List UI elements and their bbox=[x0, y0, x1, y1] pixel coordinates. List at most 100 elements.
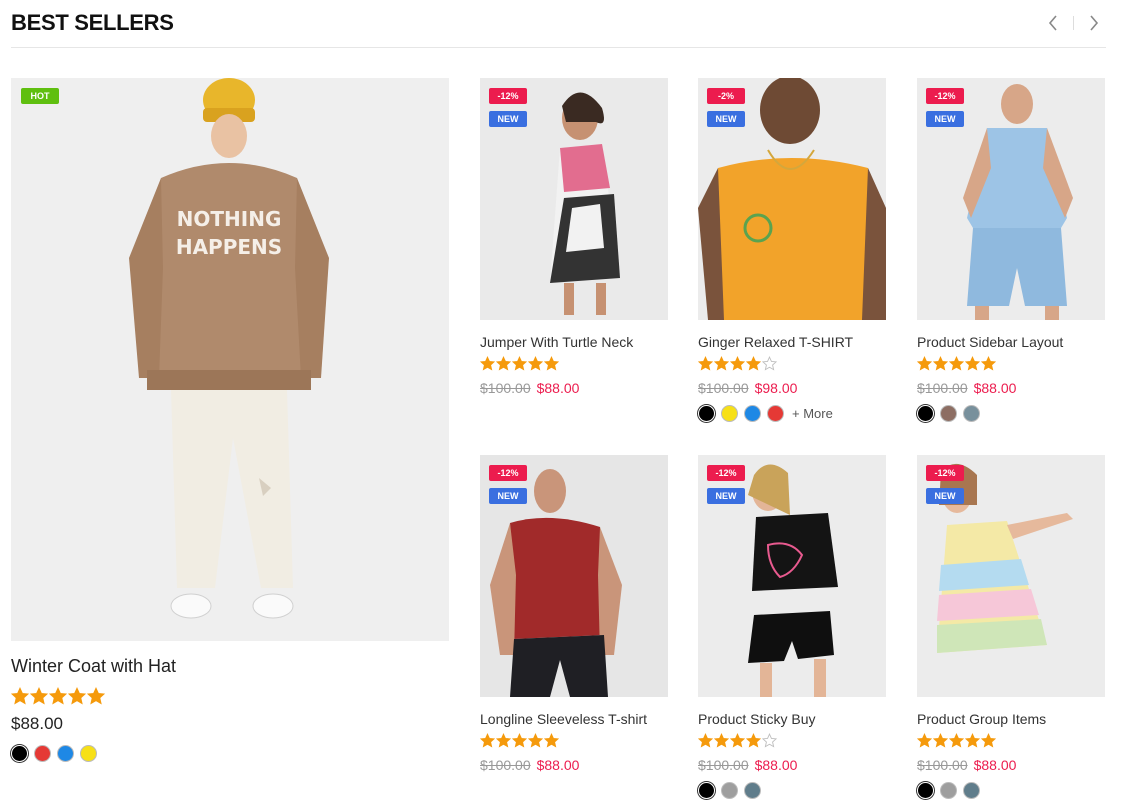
featured-price: $88.00 bbox=[11, 714, 63, 733]
discount-badge: -12% bbox=[926, 465, 964, 481]
star-filled-icon bbox=[981, 356, 996, 371]
product-swatches bbox=[917, 782, 980, 799]
color-swatch[interactable] bbox=[963, 405, 980, 422]
product-name[interactable]: Product Sidebar Layout bbox=[917, 334, 1063, 350]
product-image[interactable]: -12% NEW bbox=[480, 455, 668, 697]
star-filled-icon bbox=[917, 733, 932, 748]
star-filled-icon bbox=[965, 733, 980, 748]
old-price: $100.00 bbox=[480, 757, 531, 773]
star-filled-icon bbox=[746, 733, 761, 748]
star-filled-icon bbox=[480, 733, 495, 748]
discount-badge: -12% bbox=[926, 88, 964, 104]
product-rating bbox=[480, 733, 559, 748]
star-filled-icon bbox=[512, 356, 527, 371]
product-image[interactable]: -12% NEW bbox=[917, 78, 1105, 320]
new-badge: NEW bbox=[926, 111, 964, 127]
featured-rating bbox=[11, 687, 105, 705]
color-swatch[interactable] bbox=[940, 405, 957, 422]
star-filled-icon bbox=[30, 687, 48, 705]
color-swatch[interactable] bbox=[57, 745, 74, 762]
product-name[interactable]: Jumper With Turtle Neck bbox=[480, 334, 633, 350]
carousel-next-button[interactable] bbox=[1082, 12, 1106, 34]
star-filled-icon bbox=[965, 356, 980, 371]
discount-badge: -12% bbox=[489, 88, 527, 104]
star-filled-icon bbox=[528, 733, 543, 748]
featured-product-image[interactable]: NOTHING HAPPENS HOT bbox=[11, 78, 449, 641]
color-swatch[interactable] bbox=[744, 782, 761, 799]
new-badge: NEW bbox=[489, 488, 527, 504]
star-filled-icon bbox=[480, 356, 495, 371]
color-swatch[interactable] bbox=[940, 782, 957, 799]
product-rating bbox=[917, 733, 996, 748]
old-price: $100.00 bbox=[480, 380, 531, 396]
product-rating bbox=[480, 356, 559, 371]
nav-divider bbox=[1073, 16, 1074, 30]
product-image[interactable]: -12% NEW bbox=[698, 455, 886, 697]
discount-badge: -12% bbox=[707, 465, 745, 481]
star-filled-icon bbox=[698, 356, 713, 371]
product-rating bbox=[698, 356, 777, 371]
star-filled-icon bbox=[544, 733, 559, 748]
star-filled-icon bbox=[981, 733, 996, 748]
star-filled-icon bbox=[528, 356, 543, 371]
product-price: $100.00 $88.00 bbox=[480, 757, 579, 773]
sale-price: $88.00 bbox=[754, 757, 798, 773]
svg-text:HAPPENS: HAPPENS bbox=[176, 235, 282, 259]
svg-text:NOTHING: NOTHING bbox=[177, 207, 282, 231]
color-swatch[interactable] bbox=[698, 405, 715, 422]
color-swatch[interactable] bbox=[744, 405, 761, 422]
star-filled-icon bbox=[512, 733, 527, 748]
product-image[interactable]: -12% NEW bbox=[917, 455, 1105, 697]
product-swatches: + More bbox=[698, 405, 833, 422]
product-name[interactable]: Ginger Relaxed T-SHIRT bbox=[698, 334, 853, 350]
star-filled-icon bbox=[933, 356, 948, 371]
carousel-prev-button[interactable] bbox=[1041, 12, 1065, 34]
star-filled-icon bbox=[496, 733, 511, 748]
color-swatch[interactable] bbox=[963, 782, 980, 799]
product-price: $100.00 $88.00 bbox=[917, 380, 1016, 396]
featured-swatches bbox=[11, 745, 97, 762]
new-badge: NEW bbox=[926, 488, 964, 504]
star-filled-icon bbox=[544, 356, 559, 371]
old-price: $100.00 bbox=[917, 757, 968, 773]
color-swatch[interactable] bbox=[11, 745, 28, 762]
star-filled-icon bbox=[11, 687, 29, 705]
color-swatch[interactable] bbox=[721, 782, 738, 799]
star-filled-icon bbox=[698, 733, 713, 748]
product-name[interactable]: Product Sticky Buy bbox=[698, 711, 816, 727]
new-badge: NEW bbox=[707, 111, 745, 127]
star-filled-icon bbox=[949, 356, 964, 371]
chevron-right-icon bbox=[1090, 15, 1099, 31]
product-price: $100.00 $88.00 bbox=[480, 380, 579, 396]
star-empty-icon bbox=[762, 733, 777, 748]
sale-price: $88.00 bbox=[536, 380, 580, 396]
discount-badge: -12% bbox=[489, 465, 527, 481]
product-image[interactable]: -12% NEW bbox=[480, 78, 668, 320]
star-filled-icon bbox=[87, 687, 105, 705]
star-filled-icon bbox=[714, 733, 729, 748]
star-empty-icon bbox=[762, 356, 777, 371]
color-swatch[interactable] bbox=[767, 405, 784, 422]
product-price: $100.00 $88.00 bbox=[917, 757, 1016, 773]
product-name[interactable]: Product Group Items bbox=[917, 711, 1046, 727]
more-colors-link[interactable]: + More bbox=[792, 406, 833, 421]
star-filled-icon bbox=[68, 687, 86, 705]
sale-price: $98.00 bbox=[754, 380, 798, 396]
star-filled-icon bbox=[917, 356, 932, 371]
sale-price: $88.00 bbox=[973, 757, 1017, 773]
color-swatch[interactable] bbox=[917, 405, 934, 422]
product-name[interactable]: Longline Sleeveless T-shirt bbox=[480, 711, 647, 727]
featured-product-name[interactable]: Winter Coat with Hat bbox=[11, 656, 176, 677]
star-filled-icon bbox=[49, 687, 67, 705]
star-filled-icon bbox=[746, 356, 761, 371]
new-badge: NEW bbox=[489, 111, 527, 127]
color-swatch[interactable] bbox=[34, 745, 51, 762]
product-image[interactable]: -2% NEW bbox=[698, 78, 886, 320]
product-swatches bbox=[917, 405, 980, 422]
chevron-left-icon bbox=[1048, 15, 1057, 31]
color-swatch[interactable] bbox=[917, 782, 934, 799]
color-swatch[interactable] bbox=[80, 745, 97, 762]
color-swatch[interactable] bbox=[721, 405, 738, 422]
star-filled-icon bbox=[714, 356, 729, 371]
color-swatch[interactable] bbox=[698, 782, 715, 799]
